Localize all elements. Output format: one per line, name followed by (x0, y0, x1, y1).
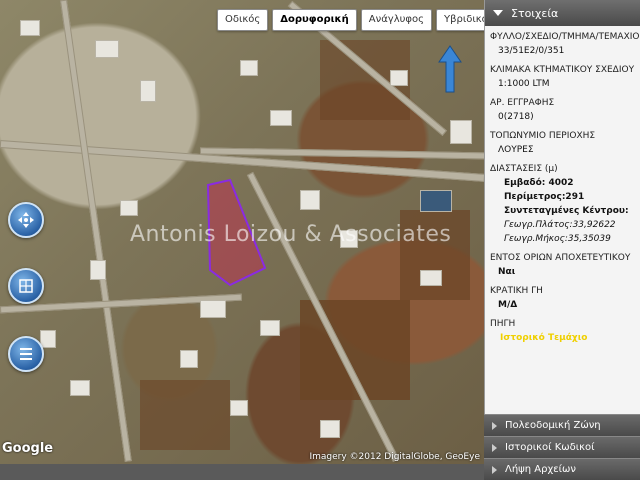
section-zoning-label: Πολεοδομική Ζώνη (505, 420, 601, 431)
tab-satellite[interactable]: Δορυφορική (272, 9, 357, 31)
details-sidebar: Στοιχεία ΦΥΛΛΟ/ΣΧΕΔΙΟ/ΤΜΗΜΑ/ΤΕΜΑΧΙΟ 33/5… (484, 0, 640, 480)
longitude-value: Γεωγρ.Μήκος:35,35039 (504, 234, 611, 244)
section-zoning[interactable]: Πολεοδομική Ζώνη (484, 414, 640, 436)
chevron-right-icon (492, 443, 497, 452)
registration-label: ΑΡ. ΕΓΓΡΑΦΗΣ (490, 98, 555, 108)
place-value: ΛΟΥΡΕΣ (498, 145, 534, 155)
tab-hybrid[interactable]: Υβριδικός (436, 9, 484, 31)
chevron-down-icon (493, 10, 503, 16)
section-downloads[interactable]: Λήψη Αρχείων (484, 458, 640, 480)
pan-icon (18, 212, 34, 228)
tab-terrain[interactable]: Ανάγλυφος (360, 9, 432, 31)
list-icon (20, 348, 32, 360)
state-land-value: Μ/Δ (498, 300, 518, 310)
sewage-label: ΕΝΤΟΣ ΟΡΙΩΝ ΑΠΟΧΕΤΕΥΤΙΚΟΥ (490, 253, 631, 263)
source-value[interactable]: Ιστορικό Τεμάχιο (490, 331, 637, 345)
sewage-value: Ναι (498, 267, 516, 277)
section-downloads-label: Λήψη Αρχείων (505, 464, 577, 475)
scale-label: ΚΛΙΜΑΚΑ ΚΤΗΜΑΤΙΚΟΥ ΣΧΕΔΙΟΥ (490, 65, 635, 75)
chevron-right-icon (492, 465, 497, 474)
area-value: Εμβαδό: 4002 (504, 178, 574, 188)
place-label: ΤΟΠΩΝΥΜΙΟ ΠΕΡΙΟΧΗΣ (490, 131, 596, 141)
perimeter-value: Περίμετρος:291 (504, 192, 585, 202)
section-history-label: Ιστορικοί Κωδικοί (505, 442, 595, 453)
registration-value: 0(2718) (498, 112, 534, 122)
watermark: Antonis Loizou & Associates (130, 222, 452, 247)
details-header[interactable]: Στοιχεία (485, 0, 640, 26)
details-header-label: Στοιχεία (511, 6, 559, 20)
layers-icon (19, 279, 33, 293)
section-history-codes[interactable]: Ιστορικοί Κωδικοί (484, 436, 640, 458)
chevron-right-icon (492, 421, 497, 430)
state-land-label: ΚΡΑΤΙΚΗ ΓΗ (490, 286, 543, 296)
north-arrow-icon[interactable] (438, 44, 462, 94)
map-type-tabs: Οδικός Δορυφορική Ανάγλυφος Υβριδικός (217, 9, 484, 31)
dimensions-label: ΔΙΑΣΤΑΣΕΙΣ (μ) (490, 164, 558, 174)
tab-road[interactable]: Οδικός (217, 9, 269, 31)
center-coords-label: Συντεταγμένες Κέντρου: (504, 206, 629, 216)
google-logo: Google (2, 441, 54, 456)
map-attribution: Imagery ©2012 DigitalGlobe, GeoEye (309, 452, 480, 462)
pan-button[interactable] (8, 202, 44, 238)
source-label: ΠΗΓΗ (490, 319, 516, 329)
satellite-map[interactable]: Antonis Loizou & Associates Οδικός Δορυφ… (0, 0, 484, 464)
scale-value: 1:1000 LTM (498, 79, 550, 89)
latitude-value: Γεωγρ.Πλάτος:33,92622 (504, 220, 616, 230)
layers-button[interactable] (8, 268, 44, 304)
sheet-label: ΦΥΛΛΟ/ΣΧΕΔΙΟ/ΤΜΗΜΑ/ΤΕΜΑΧΙΟ (490, 32, 640, 42)
sheet-value: 33/51E2/0/351 (498, 46, 565, 56)
list-button[interactable] (8, 336, 44, 372)
